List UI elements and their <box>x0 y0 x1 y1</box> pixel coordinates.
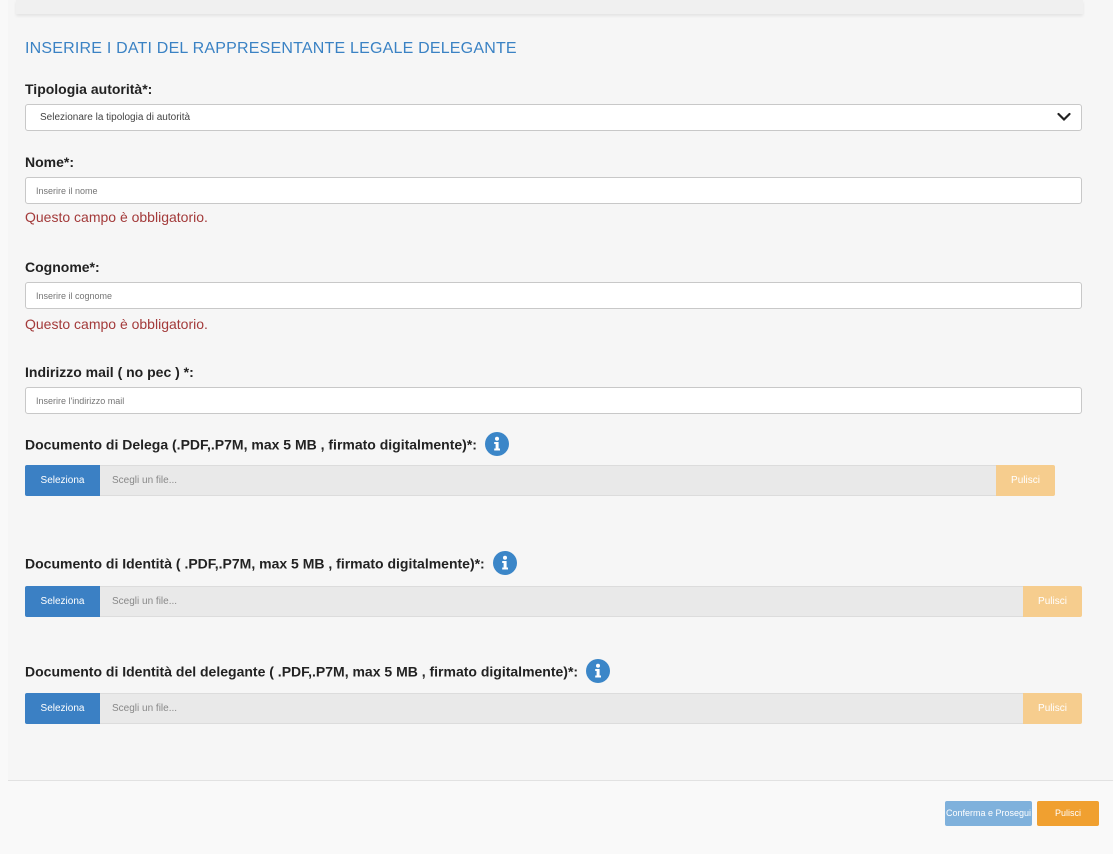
identita-select-button[interactable]: Seleziona <box>25 586 100 617</box>
info-icon[interactable] <box>585 659 610 683</box>
nome-input[interactable] <box>25 177 1082 204</box>
tipologia-selected-value: Selezionare la tipologia di autorità <box>40 112 191 123</box>
section-title: INSERIRE I DATI DEL RAPPRESENTANTE LEGAL… <box>25 40 517 57</box>
chevron-down-icon <box>1057 112 1071 122</box>
identita-delegante-select-button[interactable]: Seleziona <box>25 693 100 724</box>
identita-clear-button[interactable]: Pulisci <box>1023 586 1082 617</box>
delega-file-field[interactable]: Scegli un file... <box>100 465 996 496</box>
identita-file-upload: Seleziona Scegli un file... Pulisci <box>25 586 1082 617</box>
identita-file-field[interactable]: Scegli un file... <box>100 586 1023 617</box>
cognome-error: Questo campo è obbligatorio. <box>25 316 208 332</box>
cognome-label: Cognome*: <box>25 259 100 275</box>
info-icon[interactable] <box>492 551 517 575</box>
email-input[interactable] <box>25 387 1082 414</box>
tipologia-label: Tipologia autorità*: <box>25 81 153 97</box>
delega-label: Documento di Delega (.PDF,.P7M, max 5 MB… <box>25 432 509 458</box>
info-icon[interactable] <box>484 432 509 456</box>
delega-label-text: Documento di Delega (.PDF,.P7M, max 5 MB… <box>25 436 477 453</box>
delega-select-button[interactable]: Seleziona <box>25 465 100 496</box>
confirm-button[interactable]: Conferma e Prosegui <box>945 801 1032 826</box>
footer-clear-button[interactable]: Pulisci <box>1037 801 1099 826</box>
nome-label: Nome*: <box>25 154 75 170</box>
cognome-input[interactable] <box>25 282 1082 309</box>
identita-delegante-label-text: Documento di Identità del delegante ( .P… <box>25 663 579 680</box>
identita-label: Documento di Identità ( .PDF,.P7M, max 5… <box>25 551 517 577</box>
delega-clear-button[interactable]: Pulisci <box>996 465 1055 496</box>
identita-delegante-file-field[interactable]: Scegli un file... <box>100 693 1023 724</box>
identita-delegante-clear-button[interactable]: Pulisci <box>1023 693 1082 724</box>
identita-delegante-file-upload: Seleziona Scegli un file... Pulisci <box>25 693 1082 724</box>
identita-label-text: Documento di Identità ( .PDF,.P7M, max 5… <box>25 555 485 572</box>
identita-delegante-label: Documento di Identità del delegante ( .P… <box>25 659 610 685</box>
nome-error: Questo campo è obbligatorio. <box>25 209 208 225</box>
tipologia-select[interactable]: Selezionare la tipologia di autorità <box>25 104 1082 131</box>
top-bar <box>16 0 1083 14</box>
email-label: Indirizzo mail ( no pec ) *: <box>25 364 194 380</box>
delega-file-upload: Seleziona Scegli un file... Pulisci <box>25 465 1055 496</box>
